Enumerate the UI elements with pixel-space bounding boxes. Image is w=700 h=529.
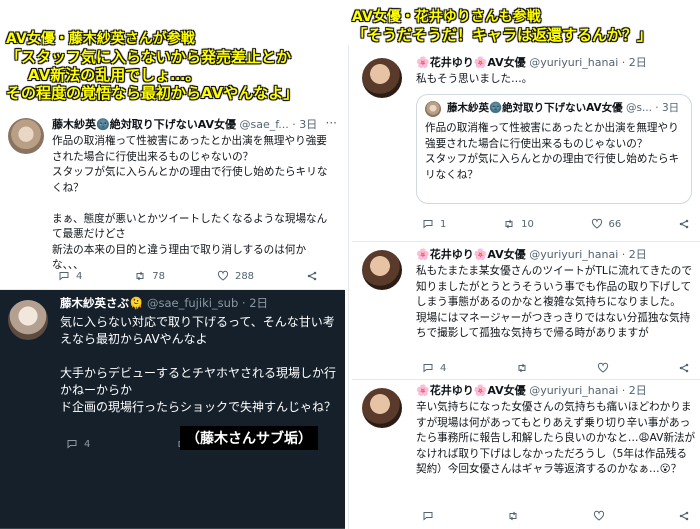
left-caption-line3: AV新法の乱用でしょ…。 <box>28 66 201 84</box>
share-icon <box>306 270 318 282</box>
reply-button[interactable]: 4 <box>422 362 446 374</box>
avatar[interactable] <box>362 58 402 98</box>
tweet-card-sae[interactable]: 藤木紗英🌚絶対取り下げないAV女優 @sae_f... · 3日 ··· 作品の… <box>0 110 345 290</box>
tweet-actions: 1 10 66 <box>422 218 690 230</box>
retweet-button[interactable]: 78 <box>134 270 165 282</box>
reply-count: 1 <box>440 218 447 230</box>
share-button[interactable] <box>678 510 690 522</box>
like-icon <box>591 218 603 230</box>
reply-button[interactable]: 4 <box>58 270 82 282</box>
reply-count: 4 <box>76 270 83 282</box>
retweet-icon <box>503 218 515 230</box>
timestamp[interactable]: 2日 <box>629 248 647 261</box>
timestamp[interactable]: 2日 <box>629 384 647 397</box>
share-icon <box>678 218 690 230</box>
share-button[interactable] <box>678 218 690 230</box>
like-button[interactable] <box>597 362 609 374</box>
avatar <box>425 101 441 117</box>
like-button[interactable]: 288 <box>217 270 254 282</box>
retweet-button[interactable] <box>507 510 519 522</box>
like-icon <box>597 362 609 374</box>
like-button[interactable]: 66 <box>591 218 622 230</box>
left-caption-line1: AV女優・藤木紗英さんが参戦 <box>6 31 195 47</box>
tweet-body: 私もそう思いました…。 <box>416 73 533 85</box>
quoted-tweet[interactable]: 藤木紗英🌚絶対取り下げないAV女優 @s... · 3日 作品の取消権って性被害… <box>416 94 692 204</box>
tweet-header: 藤木紗英🌚絶対取り下げないAV女優 @sae_f... · 3日 <box>52 118 318 131</box>
timestamp[interactable]: 2日 <box>249 296 268 310</box>
like-icon <box>593 510 605 522</box>
display-name[interactable]: 藤木紗英さぶ🫠 <box>60 296 143 310</box>
quote-header: 藤木紗英🌚絶対取り下げないAV女優 @s... · 3日 <box>447 102 680 114</box>
tweet-actions: 4 78 288 <box>58 270 318 282</box>
handle[interactable]: @yuriyuri_hanai <box>529 384 618 397</box>
handle[interactable]: @sae_f... <box>239 118 288 131</box>
handle[interactable]: @yuriyuri_hanai <box>529 56 618 69</box>
reply-icon <box>422 362 434 374</box>
tweet-body: 作品の取消権って性被害にあったとか出演を無理やり強要された場合に行使出来るものじ… <box>52 135 328 271</box>
tweet-header: 🌸花井ゆり🌸AV女優 @yuriyuri_hanai · 2日 <box>416 56 647 69</box>
handle[interactable]: @sae_fujiki_sub <box>147 296 238 310</box>
left-caption-line4: その程度の覚悟なら最初からAVやんなよ」 <box>6 84 299 102</box>
like-icon <box>217 270 229 282</box>
retweet-button[interactable] <box>516 362 528 374</box>
timestamp: 3日 <box>661 102 680 114</box>
tweet-card-yuri-2[interactable]: 🌸花井ゆり🌸AV女優 @yuriyuri_hanai · 2日 私もたまたま某女… <box>352 242 700 380</box>
display-name: 藤木紗英🌚絶対取り下げないAV女優 <box>447 102 623 114</box>
quote-body: 作品の取消権って性被害にあったとか出演を無理やり強要された場合に行使出来るものじ… <box>425 122 680 181</box>
avatar[interactable] <box>8 300 48 340</box>
retweet-count: 78 <box>152 270 166 282</box>
display-name[interactable]: 🌸花井ゆり🌸AV女優 <box>416 248 526 261</box>
avatar[interactable] <box>362 388 402 428</box>
right-caption: AV女優・花井ゆりさんも参戦 「そうだそうだ！キャラは返還するんか？」 <box>352 8 652 44</box>
tweet-header: 🌸花井ゆり🌸AV女優 @yuriyuri_hanai · 2日 <box>416 248 647 261</box>
column-divider <box>348 45 349 529</box>
tweet-header: 🌸花井ゆり🌸AV女優 @yuriyuri_hanai · 2日 <box>416 384 647 397</box>
tweet-card-sub[interactable]: 藤木紗英さぶ🫠 @sae_fujiki_sub · 2日 気に入らない対応で取り… <box>0 290 345 529</box>
retweet-icon <box>516 362 528 374</box>
handle: @s... <box>625 102 652 114</box>
more-icon[interactable]: ··· <box>326 116 337 130</box>
timestamp[interactable]: 3日 <box>299 118 317 131</box>
reply-count: 4 <box>84 438 91 450</box>
reply-button[interactable]: 4 <box>66 438 90 450</box>
reply-button[interactable] <box>422 510 434 522</box>
share-button[interactable] <box>306 270 318 282</box>
handle[interactable]: @yuriyuri_hanai <box>529 248 618 261</box>
right-caption-line2: 「そうだそうだ！キャラは返還するんか？」 <box>352 26 653 44</box>
tweet-actions <box>422 510 690 522</box>
reply-icon <box>66 438 78 450</box>
tweet-card-yuri-3[interactable]: 🌸花井ゆり🌸AV女優 @yuriyuri_hanai · 2日 辛い気持ちになっ… <box>352 380 700 529</box>
tweet-header: 藤木紗英さぶ🫠 @sae_fujiki_sub · 2日 <box>60 296 269 310</box>
retweet-button[interactable]: 10 <box>503 218 534 230</box>
reply-icon <box>422 218 434 230</box>
left-caption-line2: 「スタッフ気に入らないから発売差止とか <box>6 48 292 66</box>
avatar[interactable] <box>362 250 402 290</box>
display-name[interactable]: 🌸花井ゆり🌸AV女優 <box>416 384 526 397</box>
left-caption: AV女優・藤木紗英さんが参戦 「スタッフ気に入らないから発売差止とか AV新法の… <box>6 30 298 102</box>
like-count: 288 <box>234 270 255 282</box>
right-caption-line1: AV女優・花井ゆりさんも参戦 <box>352 9 541 25</box>
retweet-icon <box>134 270 146 282</box>
sub-account-label: （藤木さんサブ垢） <box>180 426 318 450</box>
reply-icon <box>58 270 70 282</box>
display-name[interactable]: 藤木紗英🌚絶対取り下げないAV女優 <box>52 118 236 131</box>
avatar[interactable] <box>8 118 44 154</box>
timestamp[interactable]: 2日 <box>629 56 647 69</box>
share-icon <box>678 362 690 374</box>
tweet-actions: 4 <box>422 362 690 374</box>
tweet-body: 辛い気持ちになった女優さんの気持ちも痛いほどわかりますが現場は何があってもとりあ… <box>416 401 696 475</box>
like-count: 66 <box>608 218 622 230</box>
share-button[interactable] <box>678 362 690 374</box>
retweet-count: 10 <box>521 218 534 230</box>
like-button[interactable] <box>593 510 605 522</box>
reply-count: 4 <box>440 362 447 374</box>
retweet-icon <box>507 510 519 522</box>
tweet-card-yuri-1[interactable]: 🌸花井ゆり🌸AV女優 @yuriyuri_hanai · 2日 私もそう思いまし… <box>352 50 700 242</box>
tweet-body: 気に入らない対応で取り下げるって、そんな甘い考えなら最初からAVやんなよ 大手か… <box>60 315 337 414</box>
tweet-body: 私もたまたま某女優さんのツイートがTLに流れてきたので知りましたがとうとうそうい… <box>416 265 692 339</box>
share-icon <box>678 510 690 522</box>
reply-button[interactable]: 1 <box>422 218 446 230</box>
display-name[interactable]: 🌸花井ゆり🌸AV女優 <box>416 56 526 69</box>
reply-icon <box>422 510 434 522</box>
